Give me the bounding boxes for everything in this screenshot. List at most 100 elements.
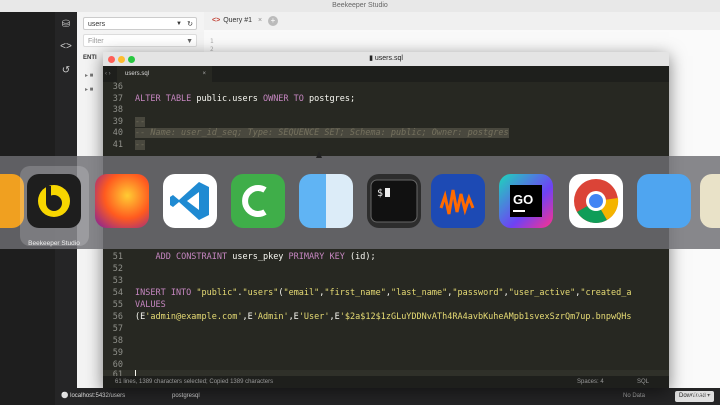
line-number: 51 [112, 252, 123, 262]
code-line[interactable]: 57 [103, 324, 669, 336]
svg-text:$: $ [377, 188, 383, 199]
audacity-icon[interactable] [431, 174, 485, 228]
database-type: postgresql [172, 393, 200, 399]
status-bar: ⚪ localhost:5432/users postgresql No Dat… [55, 388, 720, 405]
code-line[interactable]: 55 VALUES [103, 300, 669, 312]
filter-placeholder: Filter [88, 38, 104, 45]
zoom-window-button[interactable] [128, 56, 135, 63]
line-number: 53 [112, 276, 123, 286]
filter-icon[interactable]: ▼ [186, 35, 193, 48]
code-line[interactable]: 37 ALTER TABLE public.users OWNER TO post… [103, 94, 669, 106]
tree-expand-icon[interactable]: ▸ ■ [85, 86, 93, 93]
code-token: ,E [329, 312, 340, 322]
code-line[interactable]: 51 ADD CONSTRAINT users_pkey PRIMARY KEY… [103, 252, 669, 264]
firefox-icon[interactable] [95, 174, 149, 228]
code-token: "created_a [580, 288, 632, 298]
beekeeper-studio-icon[interactable] [27, 174, 81, 228]
editor-titlebar: ▮ users.sql [103, 52, 669, 66]
code-line[interactable]: 54 INSERT INTO "public"."users"("email","… [103, 288, 669, 300]
database-select-value: users [88, 21, 106, 28]
code-line[interactable]: 40 -- Name: user_id_seq; Type: SEQUENCE S… [103, 128, 669, 140]
code-comment: -- [135, 116, 146, 127]
gutter-line-number: 1 [210, 38, 214, 45]
indentation-setting[interactable]: Spaces: 4 [577, 376, 604, 388]
line-number: 39 [112, 116, 123, 127]
line-number: 58 [112, 336, 123, 346]
code-token: 'Admin' [252, 312, 289, 322]
selected-app-name: Beekeeper Studio [28, 240, 80, 247]
preview-icon-partial[interactable] [700, 174, 720, 228]
code-comment: -- Name: user_id_seq; Type: SEQUENCE SET… [135, 128, 509, 138]
close-window-button[interactable] [108, 56, 115, 63]
tab-query-label: Query #1 [223, 17, 252, 24]
tab-users-sql[interactable]: users.sql × [117, 66, 212, 82]
code-token: (id); [349, 252, 376, 262]
selection-status: 61 lines, 1389 characters selected; Copi… [115, 379, 274, 385]
code-token: "password" [452, 288, 504, 298]
line-number: 54 [112, 288, 123, 298]
terminal-icon[interactable]: $ [367, 174, 421, 228]
line-number: 38 [112, 105, 123, 115]
line-number: 36 [112, 82, 123, 92]
query-tabs: <> Query #1 × + [204, 12, 720, 31]
tableplus-icon[interactable] [637, 174, 691, 228]
code-token: (E [135, 312, 146, 322]
history-icon[interactable]: ↺ [59, 64, 73, 78]
code-text: -- [135, 116, 146, 129]
code-token: "last_name" [390, 288, 448, 298]
line-number: 59 [112, 348, 123, 358]
add-tab-button[interactable]: + [268, 16, 278, 26]
code-token: INSERT INTO [135, 288, 197, 298]
code-line[interactable]: 58 [103, 336, 669, 348]
code-token: "first_name" [324, 288, 386, 298]
beekeeper-titlebar: Beekeeper Studio [0, 0, 720, 12]
code-text: INSERT INTO "public"."users"("email","fi… [135, 288, 632, 300]
database-select[interactable]: users ▼ ↻ [83, 17, 197, 30]
code-line[interactable]: 59 [103, 348, 669, 360]
code-line[interactable]: 41 -- [103, 139, 669, 152]
code-token: "user_active" [508, 288, 576, 298]
line-number: 56 [112, 312, 123, 322]
editor-status-bar: 61 lines, 1389 characters selected; Copi… [103, 376, 669, 388]
database-icon[interactable]: ⛁ [59, 18, 73, 32]
connection-label: localhost:5432/users [70, 393, 126, 399]
code-comment: -- [135, 139, 146, 150]
code-line[interactable]: 52 [103, 264, 669, 276]
app-switcher: Beekeeper Studio $ GO [0, 156, 720, 249]
close-icon[interactable]: × [202, 66, 206, 82]
tree-expand-icon[interactable]: ▸ ■ [85, 72, 93, 79]
code-token: users_pkey [232, 252, 289, 262]
no-data-label: No Data [623, 393, 646, 399]
code-line[interactable]: 53 [103, 276, 669, 288]
code-token: 'User' [298, 312, 330, 322]
tab-nav-arrows[interactable]: ‹ › [105, 66, 111, 82]
file-icon: ▮ [369, 55, 373, 62]
tab-query-1[interactable]: <> Query #1 × [208, 14, 266, 28]
camtasia-icon[interactable] [231, 174, 285, 228]
code-text: ADD CONSTRAINT users_pkey PRIMARY KEY (i… [135, 252, 376, 264]
code-line[interactable]: 36 [103, 82, 669, 94]
code-token: "email" [283, 288, 320, 298]
code-text: VALUES [135, 300, 166, 312]
refresh-icon[interactable]: ↻ [187, 18, 193, 31]
code-token: ADD CONSTRAINT [155, 252, 233, 262]
entities-heading: ENTI [83, 55, 97, 61]
code-text: (E'admin@example.com',E'Admin',E'User',E… [135, 312, 631, 324]
code-token: '$2a$12$1zGLuYDDNvATh4RA4avbKuheAMpb1sve… [339, 312, 632, 322]
finder-icon[interactable] [299, 174, 353, 228]
chrome-icon[interactable] [569, 174, 623, 228]
code-icon[interactable]: <> [59, 40, 73, 54]
tab-label: users.sql [125, 71, 150, 77]
vscode-icon[interactable] [163, 174, 217, 228]
goland-icon[interactable]: GO [499, 174, 553, 228]
code-line[interactable]: 39 -- [103, 116, 669, 129]
line-number: 41 [112, 139, 123, 150]
code-token: PRIMARY KEY [288, 252, 350, 262]
close-icon[interactable]: × [258, 17, 262, 24]
syntax-setting[interactable]: SQL [637, 376, 649, 388]
connection-status[interactable]: ⚪ localhost:5432/users [61, 388, 125, 405]
code-line[interactable]: 56 (E'admin@example.com',E'Admin',E'User'… [103, 312, 669, 324]
filter-input[interactable]: Filter ▼ [83, 34, 197, 47]
code-line[interactable]: 38 [103, 105, 669, 117]
minimize-window-button[interactable] [118, 56, 125, 63]
